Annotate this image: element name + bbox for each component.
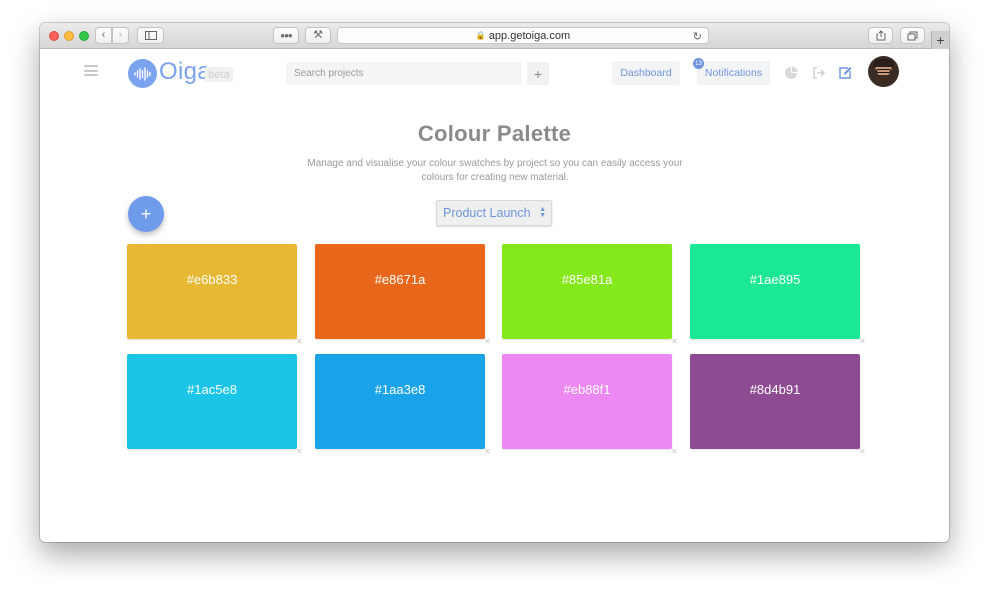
page-title: Colour Palette (417, 121, 572, 146)
share-button[interactable] (868, 27, 893, 44)
close-icon[interactable]: ✕ (671, 448, 679, 456)
swatch-card[interactable]: #8d4b91 (690, 354, 860, 449)
beta-badge: beta (205, 67, 233, 82)
swatch-card[interactable]: #e6b833 (127, 244, 297, 339)
extensions-button[interactable]: ●●● (273, 27, 299, 44)
swatch-label: #e8671a (374, 272, 426, 287)
chevron-right-icon: › (118, 29, 123, 41)
minimize-window-button[interactable] (64, 31, 74, 41)
edit-icon[interactable] (838, 66, 852, 80)
logo-icon[interactable] (128, 59, 157, 88)
close-icon[interactable]: ✕ (859, 448, 867, 456)
chevron-left-icon: ‹ (101, 29, 106, 41)
swatch-label: #1ac5e8 (187, 382, 237, 397)
sidebar-toggle-button[interactable] (137, 27, 164, 44)
menu-icon[interactable] (84, 65, 98, 76)
notifications-button[interactable]: Notifications (697, 61, 770, 85)
user-avatar[interactable] (868, 56, 899, 87)
wrench-icon: ⚒ (313, 29, 323, 41)
tabs-icon (907, 31, 918, 40)
close-icon[interactable]: ✕ (296, 338, 304, 346)
sign-out-icon[interactable] (812, 66, 826, 80)
url-text: app.getoiga.com (488, 29, 571, 42)
dashboard-button[interactable]: Dashboard (612, 61, 680, 85)
swatch-label: #85e81a (561, 272, 613, 287)
select-arrows-icon: ▲ ▼ (539, 206, 546, 219)
lock-icon: 🔒 (475, 31, 486, 40)
tools-button[interactable]: ⚒ (305, 27, 331, 44)
close-icon[interactable]: ✕ (484, 448, 492, 456)
reload-icon[interactable]: ↻ (693, 30, 702, 43)
swatch-card[interactable]: #e8671a (315, 244, 485, 339)
add-project-button[interactable]: + (527, 62, 549, 85)
search-input[interactable] (286, 62, 522, 85)
notifications-count-badge: 13 (693, 58, 704, 69)
tabs-overview-button[interactable] (900, 27, 925, 44)
close-icon[interactable]: ✕ (859, 338, 867, 346)
swatch-label: #e6b833 (186, 272, 238, 287)
back-button[interactable]: ‹ (95, 27, 112, 44)
address-bar[interactable]: 🔒 app.getoiga.com ↻ (337, 27, 709, 44)
page-subtitle: Manage and visualise your colour swatche… (307, 158, 683, 183)
zoom-window-button[interactable] (79, 31, 89, 41)
swatch-label: #8d4b91 (749, 382, 801, 397)
sidebar-icon (144, 31, 157, 40)
plus-icon: + (936, 32, 945, 48)
add-swatch-button[interactable]: + (128, 196, 164, 232)
swatch-label: #1ae895 (749, 272, 801, 287)
browser-window: ‹ › ●●● ⚒ 🔒 app.getoiga.com ↻ + Oiga bet… (40, 23, 949, 542)
swatch-label: #eb88f1 (563, 382, 611, 397)
close-icon[interactable]: ✕ (484, 338, 492, 346)
pie-chart-icon[interactable] (784, 66, 798, 80)
swatch-card[interactable]: #85e81a (502, 244, 672, 339)
swatch-card[interactable]: #eb88f1 (502, 354, 672, 449)
swatch-card[interactable]: #1ae895 (690, 244, 860, 339)
close-window-button[interactable] (49, 31, 59, 41)
more-dots-icon: ●●● (280, 30, 292, 40)
close-icon[interactable]: ✕ (671, 338, 679, 346)
selected-project-label: Product Launch (443, 206, 531, 220)
new-tab-button[interactable]: + (931, 31, 949, 49)
project-select[interactable]: Product Launch ▲ ▼ (436, 200, 552, 226)
share-icon (876, 30, 885, 41)
swatch-card[interactable]: #1ac5e8 (127, 354, 297, 449)
logo-text[interactable]: Oiga (159, 58, 211, 86)
browser-toolbar: ‹ › ●●● ⚒ 🔒 app.getoiga.com ↻ + (40, 23, 949, 49)
forward-button[interactable]: › (112, 27, 129, 44)
swatch-card[interactable]: #1aa3e8 (315, 354, 485, 449)
swatch-label: #1aa3e8 (374, 382, 426, 397)
close-icon[interactable]: ✕ (296, 448, 304, 456)
sound-wave-icon (133, 66, 151, 81)
